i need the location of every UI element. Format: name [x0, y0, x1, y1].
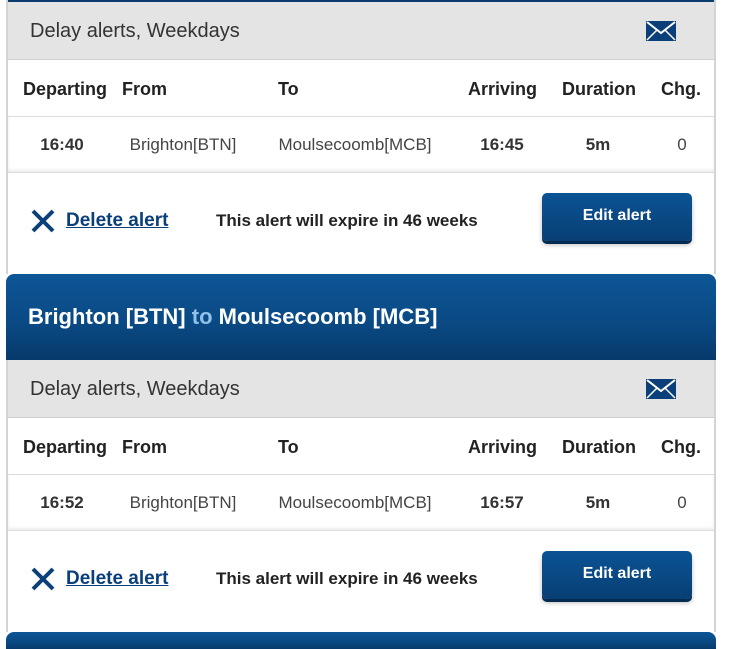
changes: 0 — [677, 493, 687, 512]
column-header-duration: Duration — [562, 437, 636, 457]
close-icon — [31, 209, 55, 233]
expiry-text: This alert will expire in 46 weeks — [216, 569, 478, 588]
route-from: Brighton [BTN] — [28, 304, 186, 329]
column-header-departing: Departing — [22, 437, 107, 457]
arriving-time: 16:57 — [480, 493, 524, 512]
expiry-text: This alert will expire in 46 weeks — [216, 211, 478, 230]
alert-actions: Delete alert This alert will expire in 4… — [8, 531, 714, 631]
column-header-changes: Chg. — [661, 79, 701, 99]
card-border-left — [6, 0, 8, 274]
column-header-departing: Departing — [22, 79, 107, 99]
column-header-duration: Duration — [562, 79, 636, 99]
card-border-right — [714, 360, 716, 632]
delete-alert-link[interactable]: Delete alert — [30, 565, 168, 593]
delete-alert-label[interactable]: Delete alert — [66, 568, 168, 590]
column-header-arriving: Arriving — [468, 79, 538, 99]
alert-frequency-text: Delay alerts, Weekdays — [30, 20, 240, 42]
delete-alert-link[interactable]: Delete alert — [30, 207, 168, 235]
column-header-to: To — [278, 79, 299, 99]
next-route-header — [6, 632, 716, 649]
changes: 0 — [677, 135, 687, 154]
column-header-changes: Chg. — [661, 437, 701, 457]
table-row: 16:40 Brighton[BTN] Moulsecoomb[MCB] 16:… — [8, 117, 714, 173]
route-to-word: to — [191, 304, 219, 329]
edit-alert-button[interactable]: Edit alert — [542, 193, 692, 241]
column-header-from: From — [122, 79, 167, 99]
envelope-icon[interactable] — [646, 21, 676, 41]
delete-alert-label[interactable]: Delete alert — [66, 210, 168, 232]
departing-time: 16:40 — [40, 135, 84, 154]
table-row: 16:52 Brighton[BTN] Moulsecoomb[MCB] 16:… — [8, 475, 714, 531]
column-header-arriving: Arriving — [468, 437, 538, 457]
envelope-icon[interactable] — [646, 379, 676, 399]
alerts-page: Delay alerts, Weekdays Departing From To… — [6, 0, 716, 649]
alert-frequency-text: Delay alerts, Weekdays — [30, 378, 240, 400]
duration: 5m — [585, 493, 611, 512]
card-border-left — [6, 360, 8, 632]
route-to: Moulsecoomb [MCB] — [218, 304, 438, 329]
edit-alert-button[interactable]: Edit alert — [542, 551, 692, 599]
close-icon — [31, 567, 55, 591]
alert-actions: Delete alert This alert will expire in 4… — [8, 173, 714, 273]
alert-frequency-bar: Delay alerts, Weekdays — [8, 2, 714, 60]
to-station: Moulsecoomb[MCB] — [278, 135, 432, 154]
card-border-right — [714, 0, 716, 274]
table-header: Departing From To Arriving Duration Chg. — [8, 419, 714, 475]
column-header-to: To — [278, 437, 299, 457]
departing-time: 16:52 — [40, 493, 84, 512]
route-header: Brighton [BTN] to Moulsecoomb [MCB] — [6, 274, 716, 360]
from-station: Brighton[BTN] — [129, 493, 237, 512]
duration: 5m — [585, 135, 611, 154]
alert-frequency-bar: Delay alerts, Weekdays — [8, 360, 714, 418]
arriving-time: 16:45 — [480, 135, 524, 154]
to-station: Moulsecoomb[MCB] — [278, 493, 432, 512]
from-station: Brighton[BTN] — [129, 135, 237, 154]
table-header: Departing From To Arriving Duration Chg. — [8, 61, 714, 117]
column-header-from: From — [122, 437, 167, 457]
